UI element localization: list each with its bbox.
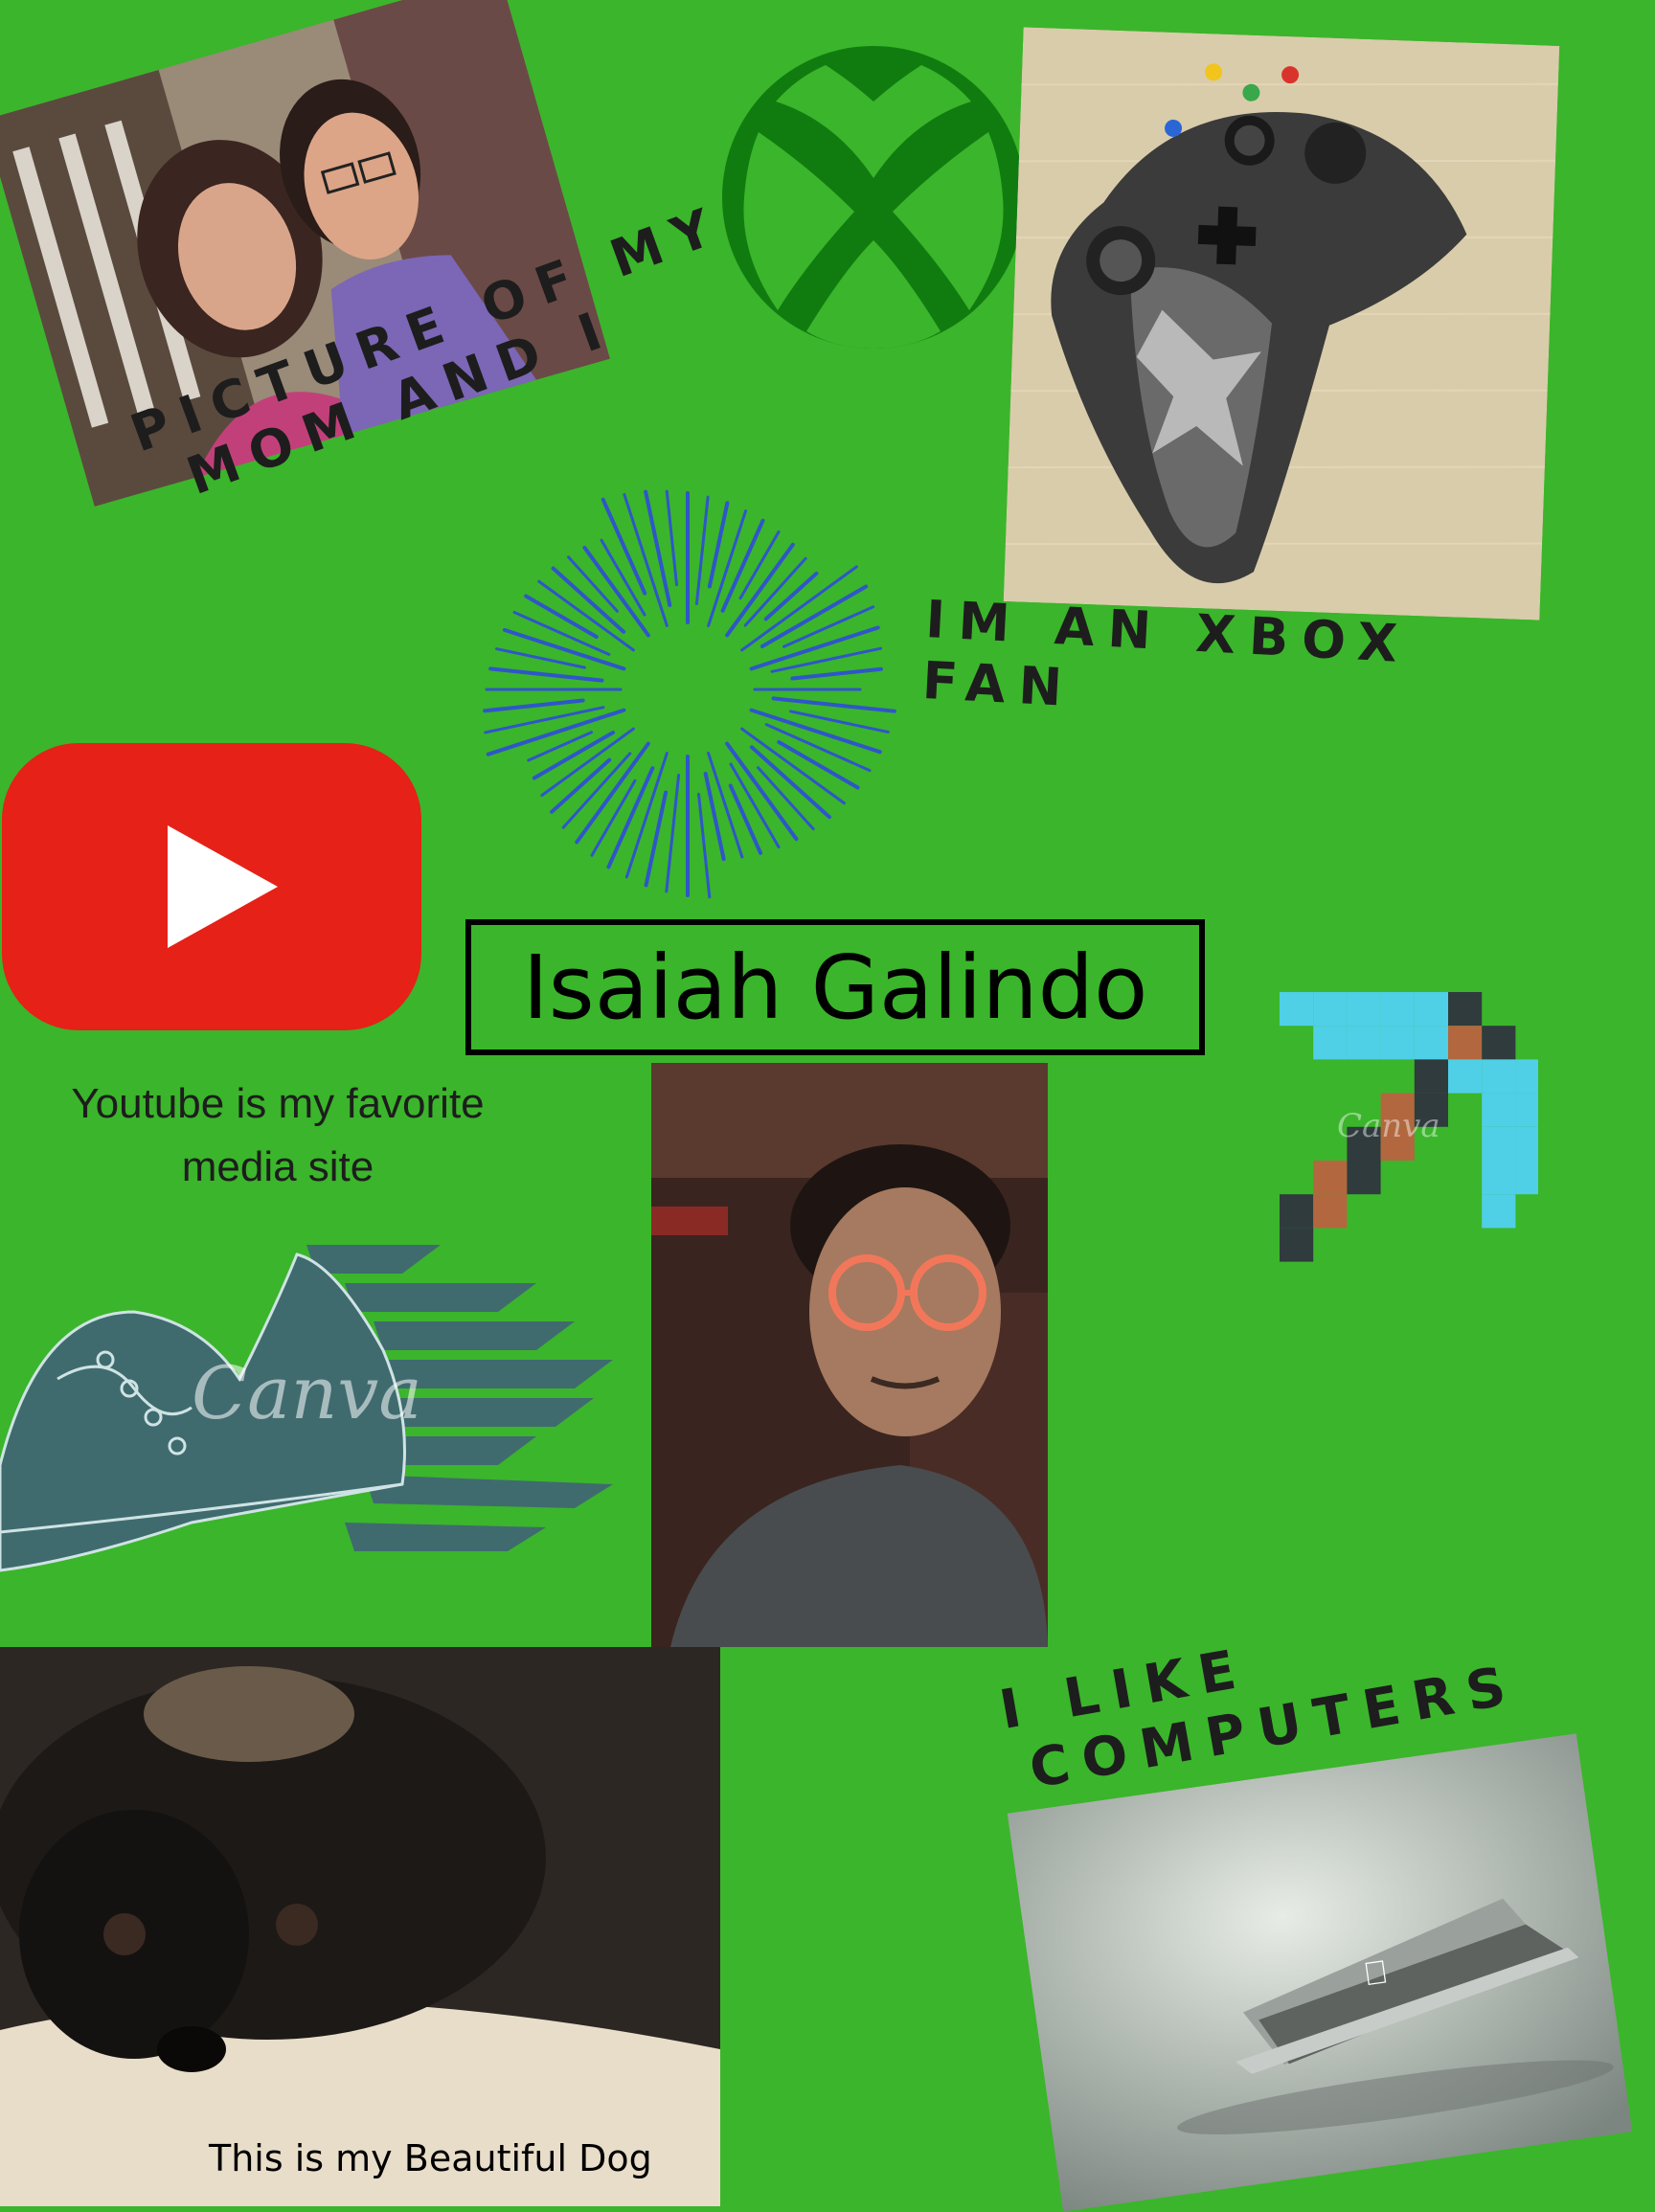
dog-caption: This is my Beautiful Dog	[209, 2137, 652, 2179]
pickaxe-watermark: Canva	[1337, 1107, 1440, 1145]
pickaxe-pixel	[1313, 1026, 1348, 1060]
pickaxe-pixel	[1380, 1026, 1415, 1060]
pickaxe-pixel	[1414, 1026, 1448, 1060]
pickaxe-pixel	[1313, 1161, 1348, 1195]
pickaxe-pixel	[1280, 992, 1314, 1027]
name-title-box: Isaiah Galindo	[465, 919, 1205, 1055]
burst-ray	[537, 579, 635, 652]
pickaxe-pixel	[1347, 992, 1381, 1027]
pickaxe-pixel	[1515, 1059, 1550, 1094]
youtube-caption: Youtube is my favorite media site	[71, 1080, 485, 1190]
shoe-watermark: Canva	[192, 1350, 422, 1435]
pickaxe-pixel	[1482, 1194, 1516, 1229]
pickaxe-pixel	[1380, 992, 1415, 1027]
pickaxe-pixel	[1347, 1161, 1381, 1195]
burst-ray	[575, 741, 650, 845]
pickaxe-pixel	[1448, 1059, 1483, 1094]
pickaxe-pixel	[1515, 1093, 1550, 1127]
burst-ray	[694, 495, 710, 605]
burst-ray	[790, 666, 883, 681]
xbox-controller-photo	[1003, 27, 1560, 621]
pickaxe-pixel	[1414, 1059, 1448, 1094]
pickaxe-pixel	[1448, 992, 1483, 1027]
xbox-logo-icon	[720, 44, 1027, 350]
pickaxe-pixel	[1280, 1228, 1314, 1262]
burst-ray	[665, 489, 679, 587]
profile-name: Isaiah Galindo	[522, 936, 1148, 1039]
pickaxe-pixel	[1414, 992, 1448, 1027]
burst-ray	[740, 727, 846, 805]
burst-ray	[644, 489, 672, 607]
minecraft-pickaxe-icon: Canva	[1222, 973, 1550, 1289]
burst-ray	[728, 783, 763, 855]
pickaxe-pixel	[1515, 1161, 1550, 1195]
pickaxe-pixel	[1313, 1194, 1348, 1229]
pickaxe-pixel	[1280, 1194, 1314, 1229]
pickaxe-pixel	[1482, 1059, 1516, 1094]
burst-ray	[484, 706, 605, 734]
burst-ray	[749, 745, 831, 820]
pickaxe-pixel	[1347, 1026, 1381, 1060]
burst-ray	[483, 698, 585, 713]
macbook-laptop-photo: 	[1007, 1733, 1633, 2212]
apple-logo-icon: 	[1361, 1953, 1391, 1994]
isaiah-portrait-photo	[651, 1063, 1048, 1647]
running-shoe-icon: Canva	[0, 1245, 623, 1590]
pickaxe-pixel	[1313, 992, 1348, 1027]
dog-photo: This is my Beautiful Dog	[0, 1647, 720, 2206]
firework-burst-icon	[458, 479, 918, 900]
pickaxe-pixel	[1482, 1161, 1516, 1195]
burst-ray	[665, 774, 681, 893]
pickaxe-pixel	[1482, 1026, 1516, 1060]
burst-ray	[696, 792, 712, 899]
burst-ray	[771, 696, 896, 713]
burst-ray	[770, 646, 882, 673]
burst-ray	[703, 772, 726, 862]
youtube-logo-icon	[0, 743, 423, 1030]
pickaxe-pixel	[1482, 1093, 1516, 1127]
pickaxe-pixel	[1448, 1026, 1483, 1060]
pickaxe-pixel	[1515, 1126, 1550, 1161]
pickaxe-pixel	[1482, 1126, 1516, 1161]
burst-ray	[488, 666, 604, 683]
xbox-fan-caption: IM AN XBOX FAN	[921, 589, 1413, 732]
